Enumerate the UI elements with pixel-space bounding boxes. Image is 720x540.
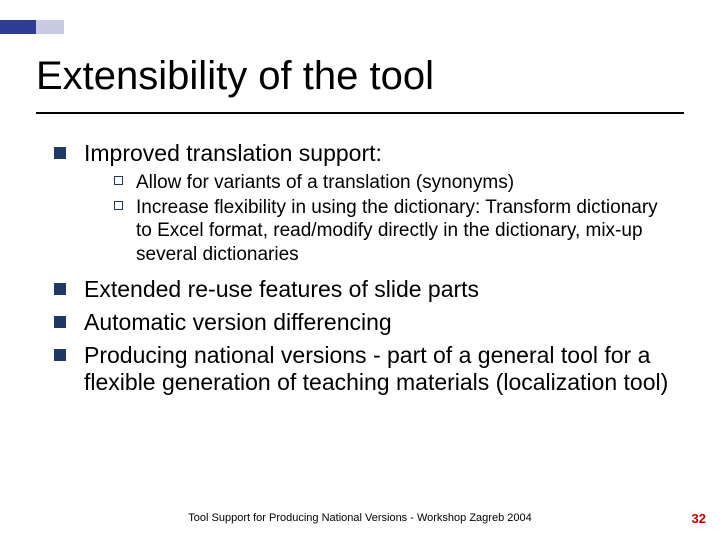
slide-body: Improved translation support: Allow for … xyxy=(54,140,670,402)
bullet-text: Improved translation support: xyxy=(84,140,382,166)
bullet-l2: Allow for variants of a translation (syn… xyxy=(114,171,670,194)
bullet-l1: Automatic version differencing xyxy=(54,309,670,336)
square-bullet-icon xyxy=(54,349,66,361)
bullet-text: Automatic version differencing xyxy=(84,309,392,335)
bullet-text: Extended re-use features of slide parts xyxy=(84,276,479,302)
square-bullet-icon xyxy=(54,147,66,159)
sub-bullet-text: Increase flexibility in using the dictio… xyxy=(136,197,658,264)
accent-light-block xyxy=(36,20,64,34)
sub-bullet-text: Allow for variants of a translation (syn… xyxy=(136,172,514,193)
sub-bullet-group: Allow for variants of a translation (syn… xyxy=(114,171,670,266)
bullet-l1: Improved translation support: Allow for … xyxy=(54,140,670,266)
bullet-l1: Extended re-use features of slide parts xyxy=(54,276,670,303)
page-number: 32 xyxy=(692,511,706,526)
footer-text: Tool Support for Producing National Vers… xyxy=(0,512,720,524)
slide-title: Extensibility of the tool xyxy=(36,54,684,99)
slide: Extensibility of the tool Improved trans… xyxy=(0,0,720,540)
accent-dark-block xyxy=(0,20,36,34)
hollow-square-bullet-icon xyxy=(114,176,123,185)
bullet-l2: Increase flexibility in using the dictio… xyxy=(114,196,670,266)
hollow-square-bullet-icon xyxy=(114,201,123,210)
square-bullet-icon xyxy=(54,316,66,328)
square-bullet-icon xyxy=(54,283,66,295)
bullet-l1: Producing national versions - part of a … xyxy=(54,342,670,396)
title-underline xyxy=(36,112,684,114)
accent-bar xyxy=(0,20,64,34)
bullet-text: Producing national versions - part of a … xyxy=(84,342,668,395)
